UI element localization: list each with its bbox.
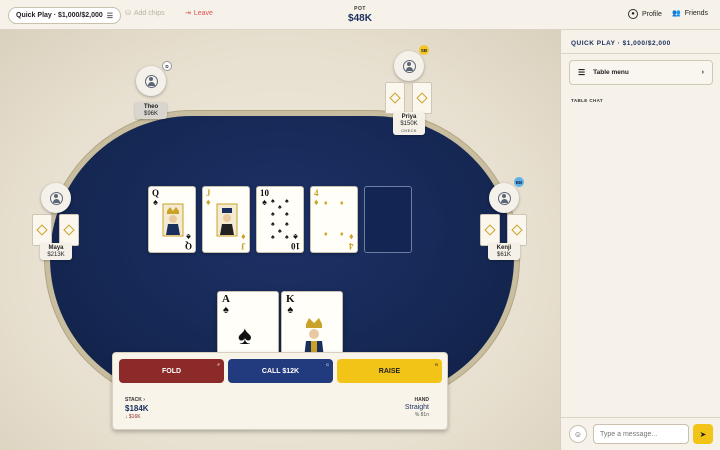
player-name: Kenji: [496, 245, 512, 251]
friends-label: Friends: [684, 9, 709, 17]
action-panel: FOLD F CALL $12K C RAISE R STACK › $184K…: [112, 352, 448, 430]
pot-label: POT: [354, 6, 366, 12]
friends-button[interactable]: 👥 Friends: [672, 9, 709, 18]
add-chips-label: Add chips: [133, 9, 165, 17]
call-button[interactable]: CALL $12K C: [228, 359, 333, 383]
hole-card-back: [32, 214, 52, 246]
community-card-four-diamonds: 4 ♦ ♦ ♦ ♦ ♦ 4 ♦: [310, 186, 358, 253]
diamond-icon: ♦: [314, 197, 319, 207]
raise-button[interactable]: RAISE R: [337, 359, 442, 383]
player-name: Priya: [401, 114, 417, 120]
user-icon: ●: [628, 9, 638, 19]
fold-hotkey: F: [217, 362, 220, 367]
leave-button[interactable]: ⇥ Leave: [185, 9, 213, 18]
call-label: CALL $12K: [261, 367, 300, 375]
chat-input-bar: ☺ ➤: [561, 417, 720, 450]
send-button[interactable]: ➤: [693, 424, 713, 444]
message-input[interactable]: [593, 424, 689, 444]
top-bar: Quick Play · $1,000/$2,000 ☰ ⛁ Add chips…: [0, 0, 720, 30]
exit-icon: ⇥: [185, 10, 191, 17]
table-menu-button[interactable]: ☰ Table menu ›: [569, 60, 713, 85]
large-spade-icon: ♠: [238, 320, 252, 350]
hand-value: Straight: [404, 404, 429, 411]
avatar-theo[interactable]: [136, 66, 166, 96]
jack-face-icon: [215, 202, 239, 238]
hole-card-back: [59, 214, 79, 246]
user-icon: [402, 59, 416, 73]
raise-label: RAISE: [378, 367, 401, 375]
player-stack: $213K: [47, 252, 65, 258]
friends-icon: 👥: [672, 10, 681, 17]
hole-card-back: [385, 82, 405, 114]
fold-label: FOLD: [161, 367, 182, 375]
profile-label: Profile: [642, 10, 662, 18]
player-name: Maya: [48, 245, 64, 251]
avatar-maya[interactable]: [41, 183, 71, 213]
add-chips-button[interactable]: ⛁ Add chips: [125, 9, 165, 18]
stack-info[interactable]: STACK › $184K ↓ $16K: [125, 397, 149, 420]
seat-plate-maya: Maya $213K: [40, 243, 72, 260]
hand-info: HAND Straight % 81n: [405, 397, 429, 418]
chat-sidebar: QUICK PLAY · $1,000/$2,000 ☰ Table menu …: [560, 30, 720, 450]
chat-label: TABLE CHAT: [571, 98, 604, 103]
room-selector[interactable]: Quick Play · $1,000/$2,000 ☰: [8, 7, 122, 24]
player-name: Theo: [143, 104, 159, 110]
raise-hotkey: R: [435, 362, 438, 367]
empty-river-slot: [364, 186, 412, 253]
emoji-button[interactable]: ☺: [569, 425, 587, 443]
community-card-queen-spades: Q ♠ Q ♠: [148, 186, 196, 253]
spade-icon: ♠: [153, 197, 158, 207]
menu-icon: ☰: [106, 12, 114, 20]
leave-label: Leave: [193, 9, 213, 17]
hole-card-back: [412, 82, 432, 114]
stack-delta: ↓ $16K: [125, 414, 141, 420]
spade-icon: ♠: [223, 304, 229, 316]
user-icon: [49, 191, 63, 205]
seat-plate-theo: Theo $96K: [135, 102, 167, 119]
hero-card-king-spades: K ♠: [281, 291, 343, 361]
hero-card-ace-spades: A ♠ ♠: [217, 291, 279, 361]
spade-icon: ♠: [287, 304, 294, 316]
hole-card-back: [480, 214, 500, 246]
seat-plate-kenji: Kenji $61K: [488, 243, 520, 260]
smile-icon: ☺: [573, 429, 583, 439]
community-card-ten-spades: 10 ♠ ♠ ♠ ♠ ♠ ♠ ♠ ♠ ♠ ♠ ♠ 10 ♠: [256, 186, 304, 253]
big-blind-badge: BB: [514, 177, 524, 187]
send-icon: ➤: [699, 429, 707, 439]
avatar-priya[interactable]: [394, 51, 424, 81]
seat-plate-priya: Priya $150K CHECK: [393, 112, 425, 135]
community-card-jack-diamonds: J ♦ J ♦: [202, 186, 250, 253]
room-label: Quick Play · $1,000/$2,000: [16, 12, 103, 19]
chevron-right-icon: ›: [143, 397, 145, 403]
stack-label: STACK: [125, 397, 142, 403]
avatar-kenji[interactable]: [489, 183, 519, 213]
queen-face-icon: [161, 202, 185, 238]
call-hotkey: C: [326, 362, 329, 367]
fold-button[interactable]: FOLD F: [119, 359, 224, 383]
hand-label: HAND: [414, 397, 429, 403]
menu-icon: ☰: [578, 68, 586, 77]
pot-display: POT $48K: [330, 6, 390, 24]
pot-value: $48K: [348, 13, 372, 24]
player-stack: $96K: [143, 111, 158, 117]
spade-icon: ♠: [262, 197, 267, 207]
divider: [561, 53, 720, 54]
player-stack: $150K: [400, 121, 418, 127]
table-menu-label: Table menu: [593, 69, 629, 76]
hole-card-back: [507, 214, 527, 246]
player-stack: $61K: [496, 252, 511, 258]
stack-value: $184K: [125, 404, 149, 413]
chips-icon: ⛁: [125, 10, 131, 17]
sidebar-title: QUICK PLAY · $1,000/$2,000: [571, 40, 671, 47]
user-icon: [497, 191, 511, 205]
profile-button[interactable]: ● Profile: [628, 9, 662, 19]
player-action: CHECK: [401, 128, 417, 133]
chevron-right-icon: ›: [701, 69, 704, 76]
user-icon: [144, 74, 158, 88]
dealer-badge: D: [162, 61, 172, 71]
diamond-icon: ♦: [206, 197, 211, 207]
small-blind-badge: SB: [419, 45, 429, 55]
hand-equity: % 81n: [414, 412, 429, 418]
